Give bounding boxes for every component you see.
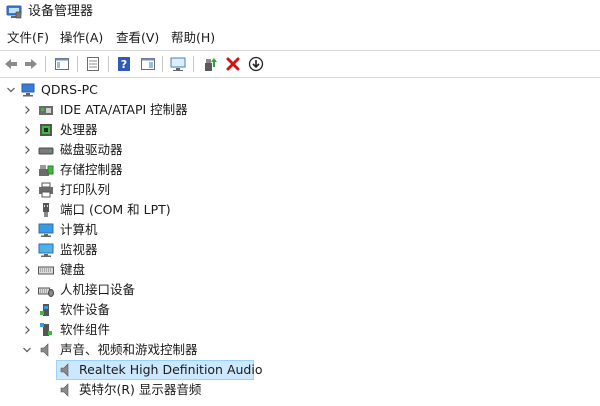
chevron-right-icon[interactable] xyxy=(20,242,34,258)
monitor-icon xyxy=(38,243,54,257)
computer-icon xyxy=(21,83,35,97)
tree-child-label: 英特尔(R) 显示器音频 xyxy=(79,382,202,397)
tree-item-label: 磁盘驱动器 xyxy=(60,142,123,157)
menu-file[interactable]: 文件(F) xyxy=(6,27,50,49)
toolbar-separator xyxy=(193,56,194,72)
toolbar-separator xyxy=(77,56,78,72)
chevron-right-icon[interactable] xyxy=(20,162,34,178)
speaker-icon xyxy=(60,363,69,377)
speaker-icon xyxy=(60,383,69,397)
tree-item-label: 处理器 xyxy=(60,122,98,137)
tree-item[interactable]: 计算机 xyxy=(0,220,600,240)
help-icon: ? xyxy=(118,57,130,71)
hid-icon xyxy=(38,287,54,297)
back-arrow-icon xyxy=(5,59,17,69)
tree-item[interactable]: IDE ATA/ATAPI 控制器 xyxy=(0,100,600,120)
details-view-icon xyxy=(87,57,99,71)
show-hide-console-tree-button[interactable] xyxy=(51,53,73,75)
chevron-down-icon[interactable] xyxy=(4,82,18,98)
tree-item[interactable]: 监视器 xyxy=(0,240,600,260)
device-panel-icon xyxy=(141,58,155,70)
window-title: 设备管理器 xyxy=(28,4,94,19)
tree-child-item[interactable]: 英特尔(R) 显示器音频 xyxy=(0,380,600,400)
tree-item-label: 监视器 xyxy=(60,242,98,257)
tree-item-label: 计算机 xyxy=(60,222,98,237)
tree-child-item-selected[interactable]: Realtek High Definition Audio xyxy=(0,360,600,380)
chevron-right-icon[interactable] xyxy=(20,222,34,238)
tree-item[interactable]: 磁盘驱动器 xyxy=(0,140,600,160)
processor-icon xyxy=(40,124,52,136)
tree-item[interactable]: 声音、视频和游戏控制器 xyxy=(0,340,600,360)
device-tree: QDRS-PC IDE ATA/ATAPI 控制器 处理器 磁盘驱动器 存储控制… xyxy=(0,78,600,406)
svg-text:?: ? xyxy=(121,58,127,71)
ide-controller-icon xyxy=(39,106,53,115)
chevron-right-icon[interactable] xyxy=(20,182,34,198)
tree-item-label: 存储控制器 xyxy=(60,162,123,177)
menu-bar: 文件(F) 操作(A) 查看(V) 帮助(H) xyxy=(0,27,600,49)
toolbar-separator xyxy=(45,56,46,72)
download-icon xyxy=(248,56,264,72)
tree-item[interactable]: 软件设备 xyxy=(0,300,600,320)
printer-icon xyxy=(39,182,53,198)
toolbar-separator xyxy=(162,56,163,72)
menu-action[interactable]: 操作(A) xyxy=(59,27,104,49)
tree-item[interactable]: 存储控制器 xyxy=(0,160,600,180)
tree-item[interactable]: 处理器 xyxy=(0,120,600,140)
device-manager-app-icon xyxy=(6,5,22,19)
help-button[interactable]: ? xyxy=(113,53,135,75)
tree-item[interactable]: 软件组件 xyxy=(0,320,600,340)
toolbar: ? xyxy=(0,50,600,78)
tree-item-label: 软件设备 xyxy=(60,302,111,317)
uninstall-device-button[interactable] xyxy=(222,53,244,75)
software-device-icon xyxy=(40,304,49,316)
chevron-right-icon[interactable] xyxy=(20,262,34,278)
device-panel-button[interactable] xyxy=(137,53,159,75)
tree-item[interactable]: 键盘 xyxy=(0,260,600,280)
tree-item-label: 人机接口设备 xyxy=(60,282,136,297)
forward-arrow-icon xyxy=(25,59,37,69)
chevron-right-icon[interactable] xyxy=(20,202,34,218)
tree-item-label: IDE ATA/ATAPI 控制器 xyxy=(60,102,188,117)
menu-help[interactable]: 帮助(H) xyxy=(170,27,216,49)
tree-item-label: 声音、视频和游戏控制器 xyxy=(60,342,198,357)
port-icon xyxy=(43,203,49,217)
title-bar: 设备管理器 xyxy=(0,0,600,24)
tree-child-label: Realtek High Definition Audio xyxy=(79,362,263,377)
scan-hardware-button[interactable] xyxy=(167,53,189,75)
disk-drive-icon xyxy=(38,147,54,155)
tree-item-label: 软件组件 xyxy=(60,322,111,337)
chevron-right-icon[interactable] xyxy=(20,302,34,318)
tree-item[interactable]: 打印队列 xyxy=(0,180,600,200)
details-view-button[interactable] xyxy=(82,53,104,75)
tree-root-label: QDRS-PC xyxy=(41,82,98,97)
tree-item-label: 打印队列 xyxy=(60,182,111,197)
tree-root[interactable]: QDRS-PC xyxy=(0,80,600,100)
chevron-right-icon[interactable] xyxy=(20,102,34,118)
keyboard-icon xyxy=(38,266,54,275)
tree-item[interactable]: 端口 (COM 和 LPT) xyxy=(0,200,600,220)
chevron-right-icon[interactable] xyxy=(20,322,34,338)
chevron-right-icon[interactable] xyxy=(20,122,34,138)
scan-monitor-icon xyxy=(170,57,186,71)
speaker-icon xyxy=(40,343,49,357)
computer-icon xyxy=(38,223,54,237)
uninstall-icon xyxy=(226,57,240,71)
chevron-right-icon[interactable] xyxy=(20,282,34,298)
chevron-right-icon[interactable] xyxy=(20,142,34,158)
enable-device-button[interactable] xyxy=(245,53,267,75)
tree-item-label: 端口 (COM 和 LPT) xyxy=(60,202,171,217)
menu-view[interactable]: 查看(V) xyxy=(115,27,160,49)
update-driver-button[interactable] xyxy=(199,53,221,75)
properties-panel-icon xyxy=(55,58,69,70)
forward-button[interactable] xyxy=(20,53,42,75)
software-component-icon xyxy=(40,323,52,336)
toolbar-separator xyxy=(108,56,109,72)
chevron-down-icon[interactable] xyxy=(20,342,34,358)
tree-item-label: 键盘 xyxy=(60,262,86,277)
storage-controller-icon xyxy=(39,165,54,176)
back-button[interactable] xyxy=(0,53,22,75)
tree-item[interactable]: 人机接口设备 xyxy=(0,280,600,300)
update-driver-icon xyxy=(205,58,217,71)
